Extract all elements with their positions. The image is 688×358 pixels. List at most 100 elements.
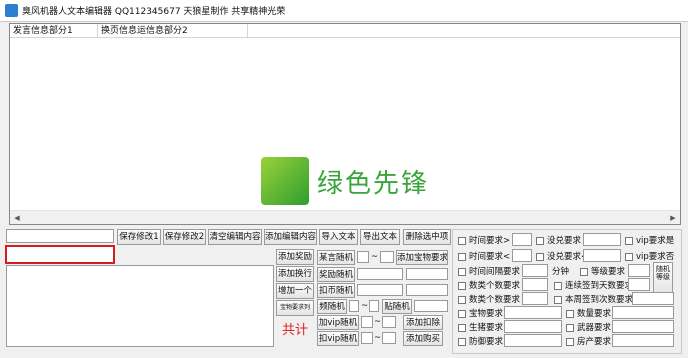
column-header-1[interactable]: 发言信息部分1 (10, 24, 98, 38)
add-one-button[interactable]: 增加一个 (276, 283, 314, 299)
gift-req-checkbox[interactable] (458, 324, 466, 332)
weapon-req-label: 武器要求 (577, 323, 612, 333)
sign-days-label: 连续签到天数要求 (565, 281, 634, 291)
treasure-req-label: 宝物要求 (469, 309, 504, 319)
save-2-button[interactable]: 保存修改2 (163, 229, 206, 245)
time-req-lt-checkbox[interactable] (458, 253, 466, 261)
add-vip-random-button[interactable]: 加vip随机 (317, 315, 359, 330)
week-sign-input[interactable] (632, 292, 674, 305)
save-1-button[interactable]: 保存修改1 (117, 229, 161, 245)
stat-req-label: 数量要求 (577, 309, 612, 319)
deduct-vip-min[interactable] (361, 332, 373, 344)
sign-days-checkbox[interactable] (554, 282, 562, 290)
level-req-checkbox[interactable] (580, 268, 588, 276)
horizontal-scrollbar[interactable]: ◀ ▶ (10, 210, 680, 224)
add-vip-max[interactable] (382, 316, 396, 328)
deduct-vip-random-button[interactable]: 扣vip随机 (317, 331, 359, 346)
goods-rand-input[interactable] (414, 300, 448, 312)
title-bar: 臭风机器人文本编辑器 QQ112345677 天狼星制作 共享精神光荣 (0, 0, 688, 22)
dash-4: ~ (374, 333, 382, 343)
gift-req-input[interactable] (504, 320, 562, 333)
time-req-gt-label: 时间要求> (469, 236, 511, 246)
sign-days-input[interactable] (628, 278, 650, 291)
minute-label: 分钟 (552, 267, 570, 277)
enemy-max[interactable] (369, 300, 379, 312)
week-sign-checkbox[interactable] (554, 296, 562, 304)
export-text-button[interactable]: 导出文本 (360, 229, 400, 245)
time-req-gt-checkbox[interactable] (458, 237, 466, 245)
add-vip-min[interactable] (361, 316, 373, 328)
count-req-input[interactable] (522, 278, 548, 291)
no-time-req-2-input[interactable] (583, 249, 621, 262)
rand-space-max[interactable] (380, 251, 394, 263)
dash: ~ (371, 252, 379, 262)
reward-random-button[interactable]: 奖励随机 (317, 267, 355, 282)
watermark: 绿色先锋 (261, 157, 451, 207)
weapon-req-checkbox[interactable] (566, 324, 574, 332)
count-req-2-checkbox[interactable] (458, 296, 466, 304)
coin-random-button[interactable]: 扣币随机 (317, 283, 355, 298)
level-req-input[interactable] (628, 264, 650, 277)
deduct-vip-max[interactable] (382, 332, 396, 344)
goods-random-button[interactable]: 贴随机 (382, 299, 412, 314)
coin-rand-input-2[interactable] (406, 284, 448, 296)
time-interval-input[interactable] (522, 264, 548, 277)
add-content-button[interactable]: 添加编辑内容 (264, 229, 317, 245)
level-random-button[interactable]: 随机等级 (653, 262, 673, 296)
time-req-lt-label: 时间要求< (469, 252, 511, 262)
time-req-lt-input[interactable] (512, 249, 532, 262)
enemy-min[interactable] (349, 300, 359, 312)
enemy-random-button[interactable]: 频随机 (317, 299, 347, 314)
highlighted-input[interactable] (5, 245, 115, 264)
count-req-checkbox[interactable] (458, 282, 466, 290)
count-req-label: 数类个数要求 (469, 281, 521, 291)
treasure-req-checkbox[interactable] (458, 310, 466, 318)
add-line-button[interactable]: 添加换行 (276, 266, 314, 282)
add-deduct-button[interactable]: 添加扣除 (403, 315, 443, 330)
column-header-2[interactable]: 换页信息运信息部分2 (98, 24, 248, 38)
stat-req-checkbox[interactable] (566, 310, 574, 318)
defense-req-input[interactable] (504, 334, 562, 347)
weapon-req-input[interactable] (612, 320, 674, 333)
house-req-checkbox[interactable] (566, 338, 574, 346)
no-time-req-2-label: 没兑要求< (547, 252, 589, 262)
no-time-req-2-checkbox[interactable] (536, 253, 544, 261)
scroll-right-icon[interactable]: ▶ (666, 212, 680, 224)
edit-input[interactable] (6, 229, 114, 243)
content-textarea[interactable] (6, 265, 274, 347)
vip-no-checkbox[interactable] (625, 253, 633, 261)
no-time-req-input[interactable] (583, 233, 621, 246)
scroll-left-icon[interactable]: ◀ (10, 212, 24, 224)
clear-button[interactable]: 清空编辑内容 (208, 229, 262, 245)
no-time-req-checkbox[interactable] (536, 237, 544, 245)
app-icon (5, 4, 18, 17)
stat-req-input[interactable] (612, 306, 674, 319)
reward-rand-input-2[interactable] (406, 268, 448, 280)
count-req-2-input[interactable] (522, 292, 548, 305)
time-interval-checkbox[interactable] (458, 268, 466, 276)
week-sign-label: 本周签到次数要求 (565, 295, 634, 305)
coin-rand-input[interactable] (357, 284, 403, 296)
greenxf-logo (261, 157, 309, 205)
dash-3: ~ (374, 317, 382, 327)
gift-req-label: 生猪要求 (469, 323, 504, 333)
add-treasure-button[interactable]: 添加宝物要求 (396, 250, 448, 265)
house-req-input[interactable] (612, 334, 674, 347)
list-header: 发言信息部分1 换页信息运信息部分2 (10, 24, 680, 38)
delete-selected-button[interactable]: 删除选中项 (403, 229, 451, 245)
random-space-button[interactable]: 某言随机 (317, 250, 355, 265)
vip-yes-label: vip要求是 (636, 236, 675, 246)
rand-space-min[interactable] (357, 251, 369, 263)
reward-rand-input[interactable] (357, 268, 403, 280)
window-title: 臭风机器人文本编辑器 QQ112345677 天狼星制作 共享精神光荣 (22, 7, 286, 17)
time-req-gt-input[interactable] (512, 233, 532, 246)
dash-2: ~ (361, 301, 369, 311)
treasure-req-input[interactable] (504, 306, 562, 319)
add-reward-button[interactable]: 添加奖励 (276, 249, 314, 265)
add-exchange-button[interactable]: 添加购买 (403, 331, 443, 346)
treasure-list-button[interactable]: 宝物要求列 (276, 300, 314, 316)
defense-req-checkbox[interactable] (458, 338, 466, 346)
total-label: 共计 (281, 323, 308, 338)
import-text-button[interactable]: 导入文本 (319, 229, 358, 245)
vip-yes-checkbox[interactable] (625, 237, 633, 245)
